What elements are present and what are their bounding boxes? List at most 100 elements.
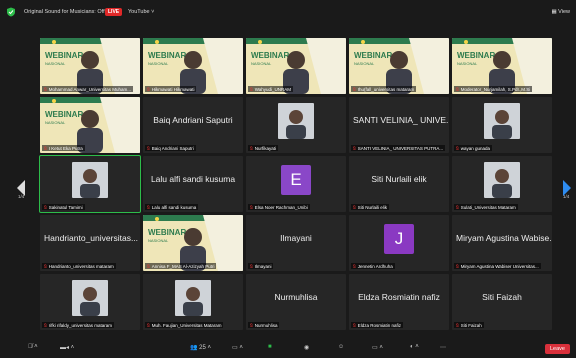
participant-name-label: ⍉ I Ketut Eka Putra — [42, 145, 85, 151]
previous-page-arrow-icon[interactable] — [14, 168, 28, 208]
live-badge[interactable]: LIVE — [105, 8, 123, 16]
svg-text:NASIONAL: NASIONAL — [148, 238, 169, 243]
participant-tile[interactable]: Nurmuhlisa ⍉ Nurmuhlisa — [246, 274, 346, 330]
svg-text:WEBINAR: WEBINAR — [45, 51, 83, 60]
participant-tile[interactable]: WEBINAR NASIONAL ⍉ Hikmawati Hikmawati — [143, 38, 243, 94]
participant-tile[interactable]: Ilmayani ⍉ Ilmayani — [246, 215, 346, 271]
muted-mic-icon: ⍉ — [456, 145, 459, 151]
muted-mic-icon: ⍉ — [353, 145, 356, 151]
participant-tile[interactable]: WEBINAR NASIONAL ⍉ Ihu(fall_universitas mat… — [349, 38, 449, 94]
page-indicator-left: 1/4 — [18, 194, 25, 199]
participant-tile[interactable]: ⍉ Sakinatul Tamimi — [39, 155, 141, 213]
whiteboard-icon[interactable]: ◐ ˄ — [410, 344, 419, 354]
svg-text:WEBINAR: WEBINAR — [457, 51, 495, 60]
participant-tile[interactable]: Miryam Agustina Wabise... ⍉ Miryam Agustin… — [452, 215, 552, 271]
participant-tile[interactable]: ⍉ Sulati_Universitas Mataram — [452, 156, 552, 212]
profile-photo — [278, 103, 314, 139]
participant-name-label: ⍉ SANTI VELINIA_ UNIVERSITAS PUTRA... — [351, 145, 446, 151]
participant-name-label: ⍉ Nurfikayati — [248, 145, 278, 151]
shield-icon[interactable] — [6, 7, 16, 17]
participant-display-name: Baiq Andriani Saputri — [153, 115, 233, 125]
profile-photo — [484, 103, 520, 139]
participant-name-label: ⍉ Siti Faizah — [454, 322, 484, 328]
participant-name-label: ⍉ wayan gunada — [454, 145, 492, 151]
original-sound-label[interactable]: Original Sound for Musicians: Off — [24, 9, 105, 15]
muted-mic-icon: ⍉ — [147, 204, 150, 210]
participant-name-label: ⍉ Elsa Noer Rachman_Unibi — [248, 204, 310, 210]
participant-name-label: ⍉ Moderator_Nurjamilah, S.PdI.,M.Si — [454, 86, 533, 92]
muted-mic-icon: ⍉ — [147, 322, 150, 328]
participant-display-name: Siti Faizah — [482, 292, 522, 302]
stop-video-icon[interactable]: ▬◂ ˄ — [60, 344, 74, 354]
svg-text:WEBINAR: WEBINAR — [148, 228, 186, 237]
participant-name-label: ⍉ Miryam Agustina Wabiser Universitas... — [454, 263, 541, 269]
muted-mic-icon: ⍉ — [456, 86, 459, 92]
participant-name-label: ⍉ Jennetin Ardhuha — [351, 263, 395, 269]
muted-mic-icon: ⍉ — [250, 145, 253, 151]
more-icon[interactable]: ⋯ — [440, 344, 446, 354]
participant-tile[interactable]: ⍉ Nurfikayati — [246, 97, 346, 153]
muted-mic-icon: ⍉ — [456, 322, 459, 328]
participants-icon[interactable]: 👥 25 ˄ — [190, 344, 211, 354]
participant-display-name: Miryam Agustina Wabise... — [456, 233, 552, 243]
mute-mic-icon[interactable]: 🎙̸ ˄ — [28, 344, 38, 354]
participant-display-name: Siti Nurlaili elik — [371, 174, 427, 184]
svg-text:NASIONAL: NASIONAL — [45, 61, 66, 66]
participant-tile[interactable]: ⍉ Muh. Faujian_Universitas Mataram — [143, 274, 243, 330]
page-indicator-right: 1/4 — [563, 194, 570, 199]
next-page-arrow-icon[interactable] — [560, 168, 574, 208]
muted-mic-icon: ⍉ — [353, 322, 356, 328]
participant-tile[interactable]: Lalu alfi sandi kusuma ⍉ Lalu alfi sandi k… — [143, 156, 243, 212]
participant-tile[interactable]: WEBINAR NASIONAL ⍉ Wahyudi_UNRAM — [246, 38, 346, 94]
participant-display-name: Handrianto_universitas... — [44, 233, 139, 243]
svg-text:WEBINAR: WEBINAR — [45, 110, 83, 119]
top-bar: Original Sound for Musicians: Off LIVE Y… — [0, 0, 576, 30]
svg-text:NASIONAL: NASIONAL — [45, 120, 66, 125]
muted-mic-icon: ⍉ — [353, 86, 356, 92]
muted-mic-icon: ⍉ — [147, 263, 150, 269]
participant-tile[interactable]: SANTI VELINIA_ UNIVE... ⍉ SANTI VELINIA_ U… — [349, 97, 449, 153]
muted-mic-icon: ⍉ — [456, 263, 459, 269]
muted-mic-icon: ⍉ — [147, 86, 150, 92]
participant-name-label: ⍉ rifki rifaldy_universitas mataram — [42, 322, 114, 328]
participant-name-label: ⍉ Handrianto_universitas mataram — [42, 263, 116, 269]
participant-tile[interactable]: E ⍉ Elsa Noer Rachman_Unibi — [246, 156, 346, 212]
participant-tile[interactable]: Handrianto_universitas... ⍉ Handrianto_uni… — [40, 215, 140, 271]
participant-tile[interactable]: Baiq Andriani Saputri ⍉ Baiq Andriani Sapu… — [143, 97, 243, 153]
muted-mic-icon: ⍉ — [250, 204, 253, 210]
participant-tile[interactable]: ⍉ rifki rifaldy_universitas mataram — [40, 274, 140, 330]
participant-tile[interactable]: WEBINAR NASIONAL ⍉ Mohammad Anwar_Universit… — [40, 38, 140, 94]
muted-mic-icon: ⍉ — [250, 322, 253, 328]
chat-icon[interactable]: ▭ ˄ — [232, 344, 243, 354]
share-screen-icon[interactable]: ■ — [268, 344, 272, 354]
reactions-icon[interactable]: ☺ — [338, 344, 344, 354]
apps-icon[interactable]: ▭ ˄ — [372, 344, 383, 354]
muted-mic-icon: ⍉ — [44, 322, 47, 328]
participant-name-label: ⍉ Mohammad Anwar_Universitas Muham... — [42, 86, 133, 92]
participant-tile[interactable]: Eldza Rosmiatin nafiz ⍉ Eldza Rosmiatin na… — [349, 274, 449, 330]
svg-text:WEBINAR: WEBINAR — [148, 51, 186, 60]
muted-mic-icon: ⍉ — [353, 263, 356, 269]
view-button[interactable]: ▦ View — [551, 9, 570, 15]
muted-mic-icon: ⍉ — [44, 86, 47, 92]
leave-button[interactable]: Leave — [545, 344, 570, 354]
participant-name-label: ⍉ Annisa F_MAS Al-Azizyah Putri — [145, 263, 217, 269]
participant-display-name: SANTI VELINIA_ UNIVE... — [353, 115, 449, 125]
participant-tile[interactable]: WEBINAR NASIONAL ⍉ Annisa F_MAS Al-Azizyah … — [143, 215, 243, 271]
participant-tile[interactable]: Siti Faizah ⍉ Siti Faizah — [452, 274, 552, 330]
participant-tile[interactable]: ⍉ wayan gunada — [452, 97, 552, 153]
participant-tile[interactable]: J ⍉ Jennetin Ardhuha — [349, 215, 449, 271]
participant-display-name: Nurmuhlisa — [274, 292, 318, 302]
participant-name-label: ⍉ Ihu(fall_universitas mataram — [351, 86, 417, 92]
record-icon[interactable]: ◉ — [304, 344, 309, 354]
profile-photo — [175, 280, 211, 316]
muted-mic-icon: ⍉ — [44, 263, 47, 269]
youtube-dropdown[interactable]: YouTube ˅ — [128, 9, 154, 15]
participant-name-label: ⍉ Nurmuhlisa — [248, 322, 280, 328]
participant-tile[interactable]: Siti Nurlaili elik ⍉ Siti Nurlaili elik — [349, 156, 449, 212]
profile-photo — [72, 162, 108, 198]
participant-tile[interactable]: WEBINAR NASIONAL ⍉ I Ketut Eka Putra — [40, 97, 140, 153]
participant-tile[interactable]: WEBINAR NASIONAL ⍉ Moderator_Nurjamilah, S.… — [452, 38, 552, 94]
muted-mic-icon: ⍉ — [147, 145, 150, 151]
participant-name-label: ⍉ Baiq Andriani Saputri — [145, 145, 196, 151]
